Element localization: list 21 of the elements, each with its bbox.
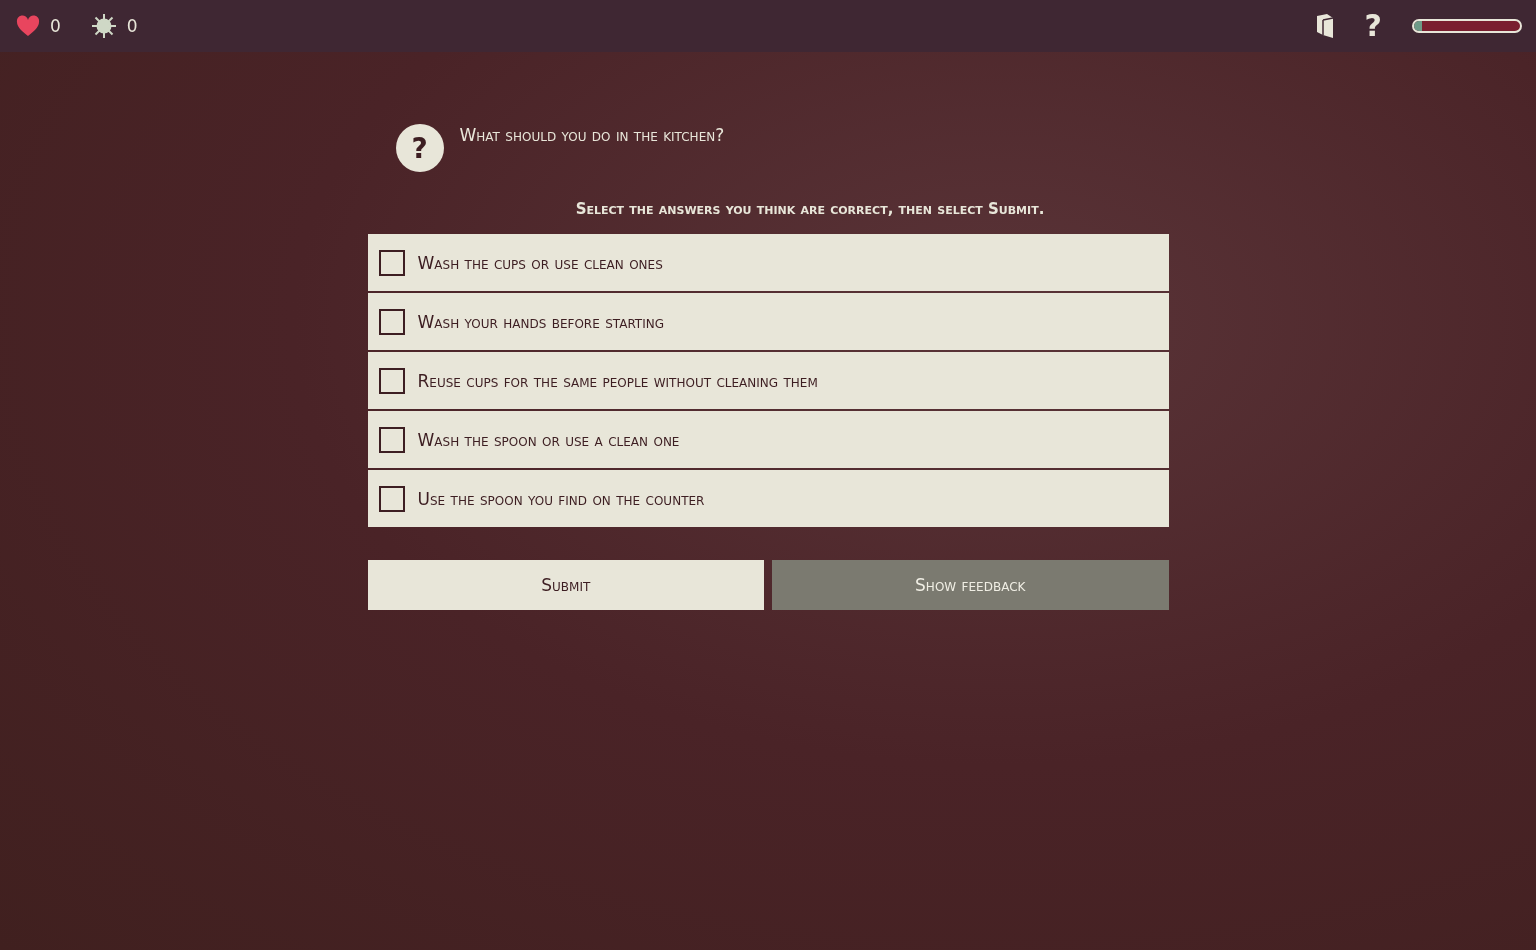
lives-count: 0 — [50, 16, 61, 36]
book-icon[interactable] — [1314, 13, 1335, 39]
answer-option[interactable]: Wash your hands before starting — [367, 293, 1169, 350]
instruction-text: Select the answers you think are correct, then select Submit. — [574, 200, 1046, 218]
answer-option[interactable]: Reuse cups for the same people without cleaning them — [367, 352, 1169, 409]
checkbox[interactable] — [378, 485, 405, 512]
answer-option[interactable]: Use the spoon you find on the counter — [367, 470, 1169, 527]
checkbox[interactable] — [378, 426, 405, 453]
answer-option[interactable]: Wash the spoon or use a clean one — [367, 411, 1169, 468]
submit-button[interactable]: Submit — [367, 560, 764, 610]
heart-icon — [16, 15, 40, 37]
question-icon: ? — [395, 124, 444, 172]
feedback-button[interactable]: Show feedback — [772, 560, 1169, 610]
answer-option[interactable]: Wash the cups or use clean ones — [367, 234, 1169, 291]
question-text: What should you do in the kitchen? — [459, 125, 725, 145]
virus-icon — [90, 13, 117, 39]
checkbox[interactable] — [378, 308, 405, 335]
help-icon[interactable]: ? — [1364, 11, 1382, 41]
checkbox[interactable] — [378, 249, 405, 276]
virus-count: 0 — [126, 16, 138, 36]
checkbox[interactable] — [378, 367, 405, 394]
